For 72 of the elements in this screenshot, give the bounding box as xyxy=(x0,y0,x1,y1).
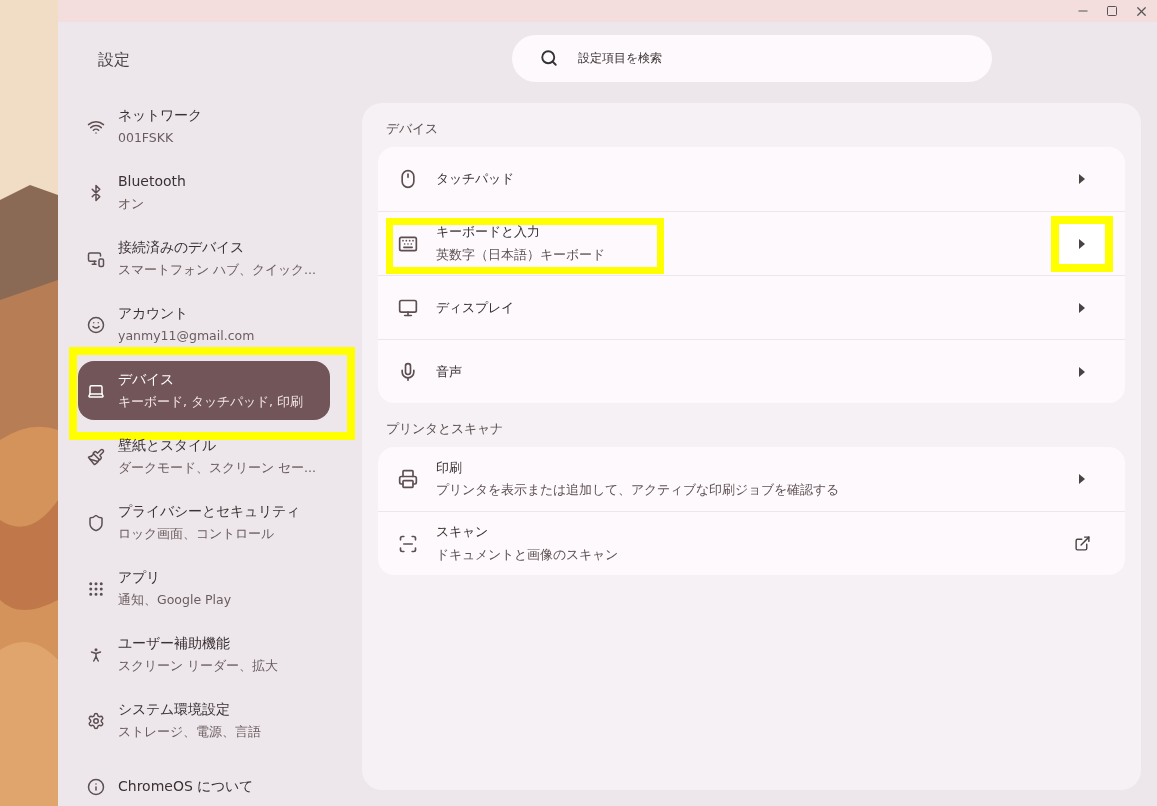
settings-row[interactable]: タッチパッド xyxy=(378,147,1125,211)
chevron-icon[interactable] xyxy=(1079,302,1085,313)
item-title: Bluetooth xyxy=(118,172,186,192)
row-subtitle: プリンタを表示または追加して、アクティブな印刷ジョブを確認する xyxy=(436,481,840,500)
sidebar-item[interactable]: Bluetooth オン xyxy=(78,163,330,222)
monitor-icon xyxy=(398,297,418,318)
sidebar-item[interactable]: ユーザー補助機能 スクリーン リーダー、拡大 xyxy=(78,625,330,684)
item-title: プライバシーとセキュリティ xyxy=(118,502,300,522)
sidebar-item[interactable]: ネットワーク 001FSKK xyxy=(78,97,330,156)
item-title: ユーザー補助機能 xyxy=(118,634,231,654)
info-icon xyxy=(87,777,105,796)
row-subtitle: ドキュメントと画像のスキャン xyxy=(436,545,619,564)
search-field[interactable]: 設定項目を検索 xyxy=(578,49,964,67)
chevron-icon[interactable] xyxy=(1079,238,1085,249)
devices-icon xyxy=(87,249,105,268)
settings-row[interactable]: 音声 xyxy=(378,339,1125,403)
row-title: スキャン xyxy=(436,523,489,542)
printer-icon xyxy=(398,469,418,489)
chevron-icon[interactable] xyxy=(1079,174,1085,184)
item-subtitle: キーボード, タッチパッド, 印刷 xyxy=(118,393,303,412)
item-title: 壁紙とスタイル xyxy=(118,436,217,456)
microphone-icon xyxy=(398,361,418,382)
sidebar-item[interactable]: ChromeOS について xyxy=(78,757,330,806)
item-title: 接続済みのデバイス xyxy=(118,238,245,258)
item-title: アプリ xyxy=(118,568,161,588)
maximize-icon[interactable] xyxy=(1106,5,1118,17)
search-bar[interactable]: 設定項目を検索 xyxy=(512,34,992,82)
search-icon xyxy=(540,49,558,67)
row-title: キーボードと入力 xyxy=(436,223,541,242)
item-subtitle: ロック画面、コントロール xyxy=(118,525,275,544)
item-subtitle: ストレージ、電源、言語 xyxy=(118,723,261,742)
face-icon xyxy=(87,315,105,334)
section-heading: デバイス xyxy=(385,120,439,138)
settings-row[interactable]: スキャン ドキュメントと画像のスキャン xyxy=(378,511,1125,575)
sidebar-item[interactable]: 壁紙とスタイル ダークモード、スクリーン セー... xyxy=(78,427,330,486)
sidebar-item[interactable]: デバイス キーボード, タッチパッド, 印刷 xyxy=(78,361,330,420)
item-title: アカウント xyxy=(118,304,189,324)
apps-icon xyxy=(87,579,105,598)
sidebar-item[interactable]: システム環境設定 ストレージ、電源、言語 xyxy=(78,691,330,750)
item-subtitle: スマートフォン ハブ、クイック... xyxy=(118,261,316,280)
item-subtitle: yanmy11@gmail.com xyxy=(118,327,255,346)
section-heading: プリンタとスキャナ xyxy=(385,420,504,438)
item-title: ネットワーク xyxy=(118,106,202,126)
item-subtitle: ダークモード、スクリーン セー... xyxy=(118,459,316,478)
sidebar-item[interactable]: プライバシーとセキュリティ ロック画面、コントロール xyxy=(78,493,330,552)
scanner-icon xyxy=(398,533,418,554)
mouse-icon xyxy=(398,169,418,189)
row-title: 音声 xyxy=(436,362,463,381)
item-subtitle: オン xyxy=(118,195,145,214)
item-title: デバイス xyxy=(118,370,175,390)
brush-icon xyxy=(87,447,105,466)
settings-row[interactable]: キーボードと入力 英数字（日本語）キーボード xyxy=(378,211,1125,275)
settings-row[interactable]: 印刷 プリンタを表示または追加して、アクティブな印刷ジョブを確認する xyxy=(378,447,1125,511)
item-title: ChromeOS について xyxy=(118,777,254,796)
row-title: ディスプレイ xyxy=(436,298,515,317)
window-title: 設定 xyxy=(98,49,130,69)
row-title: 印刷 xyxy=(436,458,463,477)
row-title: タッチパッド xyxy=(436,170,515,189)
shield-icon xyxy=(87,513,105,532)
item-subtitle: 通知、Google Play xyxy=(118,591,232,610)
chevron-icon[interactable] xyxy=(1079,366,1085,377)
settings-row[interactable]: ディスプレイ xyxy=(378,275,1125,339)
sidebar-item[interactable]: アプリ 通知、Google Play xyxy=(78,559,330,618)
chevron-icon[interactable] xyxy=(1079,474,1085,484)
settings-icon xyxy=(87,711,105,730)
sidebar-item[interactable]: 接続済みのデバイス スマートフォン ハブ、クイック... xyxy=(78,229,330,288)
external-link-icon[interactable] xyxy=(1073,535,1091,552)
item-subtitle: スクリーン リーダー、拡大 xyxy=(118,657,278,676)
sidebar-item[interactable]: アカウント yanmy11@gmail.com xyxy=(78,295,330,354)
item-title: システム環境設定 xyxy=(118,700,231,720)
row-subtitle: 英数字（日本語）キーボード xyxy=(436,245,606,264)
item-subtitle: 001FSKK xyxy=(118,129,175,148)
